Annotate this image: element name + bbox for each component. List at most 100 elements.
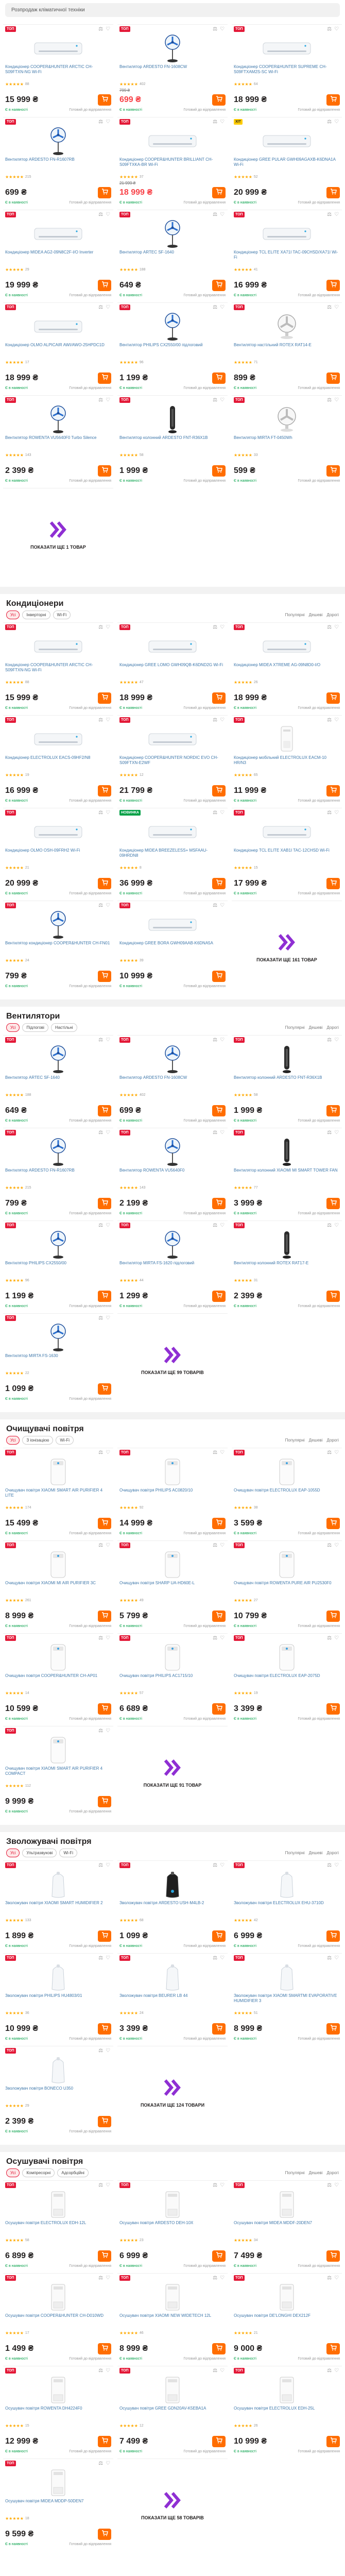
product-card[interactable]: ТОП ⚖ ♡ Зволожувач повітря XIAOMI SMART HUM… (3, 1860, 113, 1953)
scales-icon[interactable]: ⚖ (327, 304, 332, 310)
product-title-link[interactable]: Очищувач повітря ELECTROLUX EAP-1055D (234, 1488, 340, 1503)
product-card[interactable]: ТОП ⚖ ♡ Кондиціонер MIDEA XTREME AG-09N8D0-… (232, 622, 342, 715)
product-image[interactable] (234, 2190, 340, 2219)
product-title-link[interactable]: Осушувач повітря COOPER&HUNTER CH-D010WD (5, 2313, 111, 2329)
add-to-cart-button[interactable] (212, 1105, 226, 1116)
product-card[interactable]: ТОП ⚖ ♡ Вентилятор колонний XIAOMI MI SMART… (232, 1128, 342, 1221)
heart-icon[interactable]: ♡ (334, 810, 339, 816)
product-card[interactable]: ТОП ⚖ ♡ Осушувач повітря MIDEA MDDP-50DEN7 ★… (3, 2459, 113, 2551)
heart-icon[interactable]: ♡ (106, 2461, 110, 2466)
product-image[interactable] (5, 2056, 111, 2084)
product-image[interactable] (5, 2283, 111, 2312)
product-image[interactable] (5, 405, 111, 434)
heart-icon[interactable]: ♡ (106, 624, 110, 630)
product-title-link[interactable]: Вентилятор MIRTA FS-1630 (5, 1353, 111, 1369)
scales-icon[interactable]: ⚖ (327, 1037, 332, 1043)
scales-icon[interactable]: ⚖ (213, 717, 217, 723)
product-card[interactable]: ТОП ⚖ ♡ Осушувач повітря ARDESTO DEH-10X ★★★… (117, 2180, 228, 2273)
review-count[interactable]: 37 (140, 175, 144, 179)
product-card[interactable]: НОВИНКА ⚖ ♡ Кондиціонер MIDEA BREEZELESS+ M… (117, 808, 228, 901)
scales-icon[interactable]: ⚖ (213, 26, 217, 32)
review-count[interactable]: 49 (140, 1599, 144, 1602)
scales-icon[interactable]: ⚖ (213, 810, 217, 816)
product-image[interactable] (5, 632, 111, 661)
scales-icon[interactable]: ⚖ (213, 2368, 217, 2374)
scales-icon[interactable]: ⚖ (98, 2368, 103, 2374)
heart-icon[interactable]: ♡ (220, 1862, 225, 1868)
product-title-link[interactable]: Кондиціонер GREE BORA GWH09AAB-K6DNA5A (119, 941, 226, 956)
scales-icon[interactable]: ⚖ (98, 212, 103, 217)
add-to-cart-button[interactable] (212, 692, 226, 704)
heart-icon[interactable]: ♡ (334, 624, 339, 630)
product-title-link[interactable]: Осушувач повітря DE'LONGHI DEX212F (234, 2313, 340, 2329)
review-count[interactable]: 64 (254, 82, 258, 86)
show-more-button[interactable]: ПОКАЗАТИ ЩЕ 124 ТОВАРИ (117, 2046, 228, 2139)
review-count[interactable]: 29 (25, 2104, 29, 2108)
product-title-link[interactable]: Кондиціонер COOPER&HUNTER ARCTIC CH-S09F… (5, 663, 111, 678)
product-image[interactable] (119, 405, 226, 434)
heart-icon[interactable]: ♡ (334, 119, 339, 125)
add-to-cart-button[interactable] (212, 1611, 226, 1622)
product-card[interactable]: ТОП ⚖ ♡ Зволожувач повітря PHILIPS HU4803/0… (3, 1953, 113, 2046)
product-title-link[interactable]: Вентилятор PHILIPS CX2550/00 підлоговий (119, 343, 226, 358)
heart-icon[interactable]: ♡ (106, 810, 110, 816)
review-count[interactable]: 23 (140, 2239, 144, 2242)
product-card[interactable]: ТОП ⚖ ♡ Осушувач повітря DE'LONGHI DEX212F ★… (232, 2273, 342, 2366)
product-card[interactable]: ТОП ⚖ ♡ Очищувач повітря XIAOMI MI AIR PURI… (3, 1540, 113, 1633)
product-image[interactable] (234, 1550, 340, 1579)
add-to-cart-button[interactable] (98, 2529, 111, 2540)
heart-icon[interactable]: ♡ (106, 1635, 110, 1641)
scales-icon[interactable]: ⚖ (213, 1223, 217, 1228)
review-count[interactable]: 58 (25, 2239, 29, 2242)
review-count[interactable]: 24 (25, 959, 29, 962)
review-count[interactable]: 17 (25, 361, 29, 364)
add-to-cart-button[interactable] (212, 1198, 226, 1209)
product-title-link[interactable]: Очищувач повітря XIAOMI SMART AIR PURIFI… (5, 1766, 111, 1782)
add-to-cart-button[interactable] (98, 2250, 111, 2262)
product-image[interactable] (119, 1458, 226, 1486)
product-card[interactable]: ТОП ⚖ ♡ Кондиціонер COOPER&HUNTER ARCTIC CH… (3, 24, 113, 117)
review-count[interactable]: 58 (140, 453, 144, 457)
scales-icon[interactable]: ⚖ (98, 304, 103, 310)
add-to-cart-button[interactable] (326, 2023, 340, 2035)
add-to-cart-button[interactable] (98, 785, 111, 796)
review-count[interactable]: 39 (140, 959, 144, 962)
heart-icon[interactable]: ♡ (106, 304, 110, 310)
product-title-link[interactable]: Очищувач повітря PHILIPS AC0820/10 (119, 1488, 226, 1503)
heart-icon[interactable]: ♡ (106, 1315, 110, 1321)
add-to-cart-button[interactable] (326, 785, 340, 796)
product-card[interactable]: ТОП ⚖ ♡ Кондиціонер COOPER&HUNTER SUPREME C… (232, 24, 342, 117)
product-card[interactable]: ТОП ⚖ ♡ Вентилятор ROWENTA VU5640F0 ★★★★★ 143… (117, 1128, 228, 1221)
add-to-cart-button[interactable] (326, 1291, 340, 1302)
heart-icon[interactable]: ♡ (106, 717, 110, 723)
product-title-link[interactable]: Кондиціонер COOPER&HUNTER SUPREME CH-S09… (234, 64, 340, 80)
add-to-cart-button[interactable] (212, 2436, 226, 2447)
review-count[interactable]: 27 (254, 1599, 258, 1602)
heart-icon[interactable]: ♡ (106, 1543, 110, 1548)
scales-icon[interactable]: ⚖ (98, 2461, 103, 2466)
add-to-cart-button[interactable] (326, 1930, 340, 1942)
scales-icon[interactable]: ⚖ (327, 2275, 332, 2281)
add-to-cart-button[interactable] (98, 1105, 111, 1116)
scales-icon[interactable]: ⚖ (98, 2275, 103, 2281)
filter-chip[interactable]: Підлогові (22, 1023, 48, 1032)
heart-icon[interactable]: ♡ (106, 2275, 110, 2281)
product-card[interactable]: ТОП ⚖ ♡ Кондиціонер COOPER&HUNTER BRILLIANT… (117, 117, 228, 210)
product-title-link[interactable]: Кондиціонер MIDEA BREEZELESS+ MSFAAU-09H… (119, 848, 226, 863)
review-count[interactable]: 19 (254, 1691, 258, 1695)
review-count[interactable]: 402 (140, 1093, 146, 1097)
product-card[interactable]: ТОП ⚖ ♡ Зволожувач повітря ELECTROLUX EHU-3… (232, 1860, 342, 1953)
sort-option[interactable]: Дорогі (326, 1025, 339, 1030)
scales-icon[interactable]: ⚖ (98, 397, 103, 403)
product-title-link[interactable]: Осушувач повітря MIDEA MDDP-50DEN7 (5, 2499, 111, 2514)
add-to-cart-button[interactable] (98, 280, 111, 291)
product-title-link[interactable]: Осушувач повітря ELECTROLUX EDH-25L (234, 2406, 340, 2421)
sort-option[interactable]: Популярні (285, 613, 305, 617)
product-title-link[interactable]: Осушувач повітря ELECTROLUX EDH-12L (5, 2221, 111, 2236)
heart-icon[interactable]: ♡ (334, 1130, 339, 1136)
scales-icon[interactable]: ⚖ (213, 1130, 217, 1136)
heart-icon[interactable]: ♡ (106, 212, 110, 217)
product-card[interactable]: ТОП ⚖ ♡ Кондиціонер TCL ELITE XAB1I TAC-12C… (232, 808, 342, 901)
product-image[interactable] (5, 312, 111, 341)
add-to-cart-button[interactable] (326, 2343, 340, 2354)
